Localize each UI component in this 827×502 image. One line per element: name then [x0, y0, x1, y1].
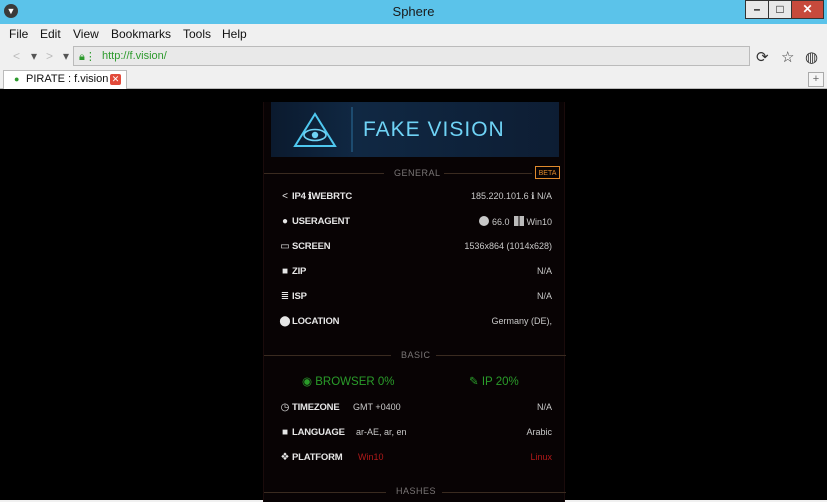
section-divider: [444, 173, 532, 174]
reload-icon[interactable]: ⟳: [756, 48, 769, 66]
bookmark-star-icon[interactable]: ☆: [781, 48, 794, 66]
eye-triangle-logo-icon: [293, 112, 337, 147]
close-tab-icon[interactable]: ✕: [110, 74, 121, 85]
location-pin-icon: ⬤: [279, 316, 291, 327]
clock-icon: ◷: [280, 402, 290, 413]
share-icon: <: [282, 191, 288, 202]
navigation-bar: < ▾ > ▾ 🔒︎⋮ http://f.vision/ ⟳ ☆ ◍: [0, 44, 827, 70]
section-basic-title: BASIC: [401, 350, 431, 360]
page-content: FAKE VISION GENERAL BETA < IP4 ℹWEBRTC 1…: [0, 89, 827, 502]
tab-pirate-fvision[interactable]: ● PIRATE : f.vision ✕: [3, 70, 127, 89]
section-hashes-title: HASHES: [396, 486, 437, 496]
row-detected-value: Win10: [358, 452, 384, 462]
history-dropdown-icon[interactable]: ▾: [31, 49, 37, 63]
menu-bookmarks[interactable]: Bookmarks: [111, 27, 171, 41]
truck-icon: ■: [281, 266, 289, 277]
row-value: 185.220.101.6 ℹ N/A: [471, 191, 552, 201]
row-label: IP4 ℹWEBRTC: [292, 191, 352, 202]
section-divider: [264, 173, 384, 174]
chrome-icon: [478, 216, 489, 226]
banner-brand-text: FAKE VISION: [363, 118, 505, 141]
tab-status-icon: ●: [14, 74, 20, 84]
row-label: PLATFORM: [292, 452, 343, 463]
menu-tools[interactable]: Tools: [183, 27, 211, 41]
user-icon: ●: [281, 216, 289, 227]
tab-bar: ● PIRATE : f.vision ✕ +: [0, 70, 827, 89]
row-label: ZIP: [292, 266, 307, 277]
row-timezone: ◷ TIMEZONE GMT +0400 N/A: [264, 398, 566, 418]
section-divider: [436, 355, 566, 356]
row-ip4-webrtc: < IP4 ℹWEBRTC 185.220.101.6 ℹ N/A: [264, 187, 566, 207]
forward-icon[interactable]: >: [46, 49, 53, 63]
row-zip: ■ ZIP N/A: [264, 262, 566, 282]
fake-vision-panel: FAKE VISION GENERAL BETA < IP4 ℹWEBRTC 1…: [263, 102, 566, 502]
row-label: ISP: [292, 291, 307, 302]
tab-label: PIRATE : f.vision: [26, 73, 109, 85]
row-location: ⬤ LOCATION Germany (DE),: [264, 312, 566, 332]
row-label: LANGUAGE: [292, 427, 345, 438]
section-divider: [264, 355, 391, 356]
row-platform: ❖ PLATFORM Win10 Linux: [264, 448, 566, 468]
row-isp: ≣ ISP N/A: [264, 287, 566, 307]
monitor-icon: ▭: [280, 241, 290, 252]
onion-icon[interactable]: ◍: [805, 48, 818, 66]
chevron-down-icon[interactable]: ▾: [63, 49, 69, 63]
row-screen: ▭ SCREEN 1536x864 (1014x628): [264, 237, 566, 257]
row-value: N/A: [536, 291, 552, 301]
menu-edit[interactable]: Edit: [40, 27, 61, 41]
menu-help[interactable]: Help: [222, 27, 247, 41]
row-label: USERAGENT: [292, 216, 350, 227]
truck-icon: ■: [281, 427, 289, 438]
address-bar[interactable]: 🔒︎⋮ http://f.vision/: [73, 46, 750, 66]
row-value: 66.0 Win10: [478, 216, 552, 227]
browser-score-text: BROWSER 0%: [315, 376, 395, 388]
menu-view[interactable]: View: [73, 27, 99, 41]
browser-score: ◉ BROWSER 0%: [302, 374, 395, 388]
row-value: Linux: [530, 452, 552, 462]
server-icon: ≣: [280, 291, 290, 302]
row-label: LOCATION: [292, 316, 340, 327]
plug-icon: ✎: [469, 376, 479, 388]
beta-badge: BETA: [535, 166, 560, 179]
row-value: Arabic: [526, 427, 552, 437]
row-useragent: ● USERAGENT 66.0 Win10: [264, 212, 566, 232]
menu-file[interactable]: File: [9, 27, 28, 41]
section-divider: [264, 492, 386, 493]
row-value: N/A: [536, 266, 552, 276]
os-value: Win10: [526, 217, 552, 227]
window-title: Sphere: [392, 4, 435, 19]
ip-score-text: IP 20%: [481, 376, 519, 388]
minimize-button[interactable]: –: [745, 0, 769, 19]
menu-bar: File Edit View Bookmarks Tools Help: [0, 24, 827, 44]
row-value: N/A: [536, 402, 552, 412]
row-label: TIMEZONE: [292, 402, 340, 413]
section-general-title: GENERAL: [394, 168, 441, 178]
address-url[interactable]: http://f.vision/: [102, 50, 167, 62]
banner-divider: [351, 107, 353, 152]
row-detected-value: ar-AE, ar, en: [356, 427, 407, 437]
cubes-icon: ❖: [280, 452, 290, 463]
lock-icon: 🔒︎⋮: [79, 51, 96, 63]
row-language: ■ LANGUAGE ar-AE, ar, en Arabic: [264, 423, 566, 443]
windows-icon: [514, 216, 525, 226]
back-icon[interactable]: <: [13, 49, 20, 63]
globe-icon: ◉: [302, 376, 313, 388]
browser-version: 66.0: [491, 217, 510, 227]
new-tab-button[interactable]: +: [808, 72, 824, 87]
ip-score: ✎ IP 20%: [469, 374, 519, 388]
row-value: Germany (DE),: [491, 316, 552, 326]
row-detected-value: GMT +0400: [353, 402, 401, 412]
row-value: 1536x864 (1014x628): [464, 241, 552, 251]
window-title-bar[interactable]: ▼ Sphere – □ ✕: [0, 0, 827, 24]
fake-vision-banner: FAKE VISION: [271, 102, 559, 157]
row-label: SCREEN: [292, 241, 331, 252]
maximize-button[interactable]: □: [768, 0, 792, 19]
close-button[interactable]: ✕: [791, 0, 824, 19]
section-divider: [442, 492, 566, 493]
